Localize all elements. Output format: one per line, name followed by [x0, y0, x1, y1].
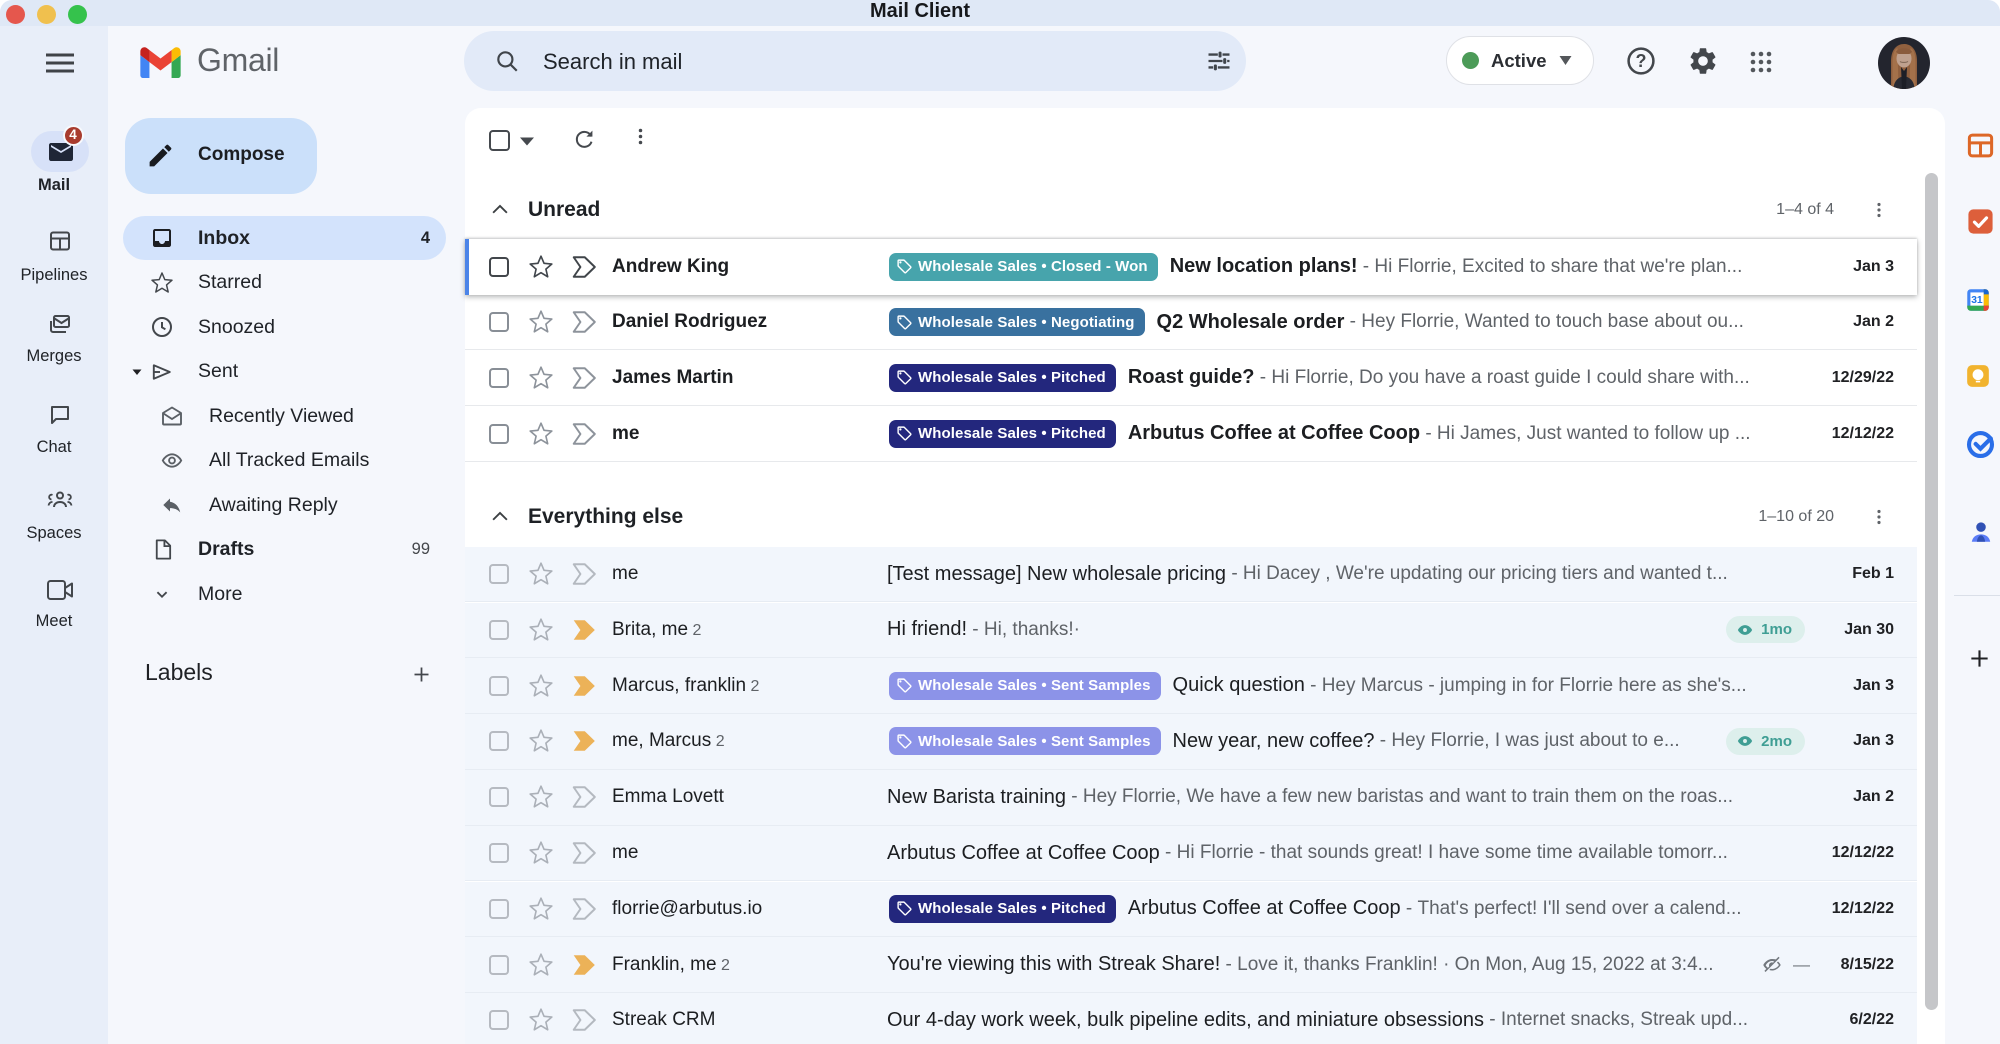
svg-text:?: ?: [1636, 51, 1647, 71]
svg-text:31: 31: [1971, 295, 1983, 306]
